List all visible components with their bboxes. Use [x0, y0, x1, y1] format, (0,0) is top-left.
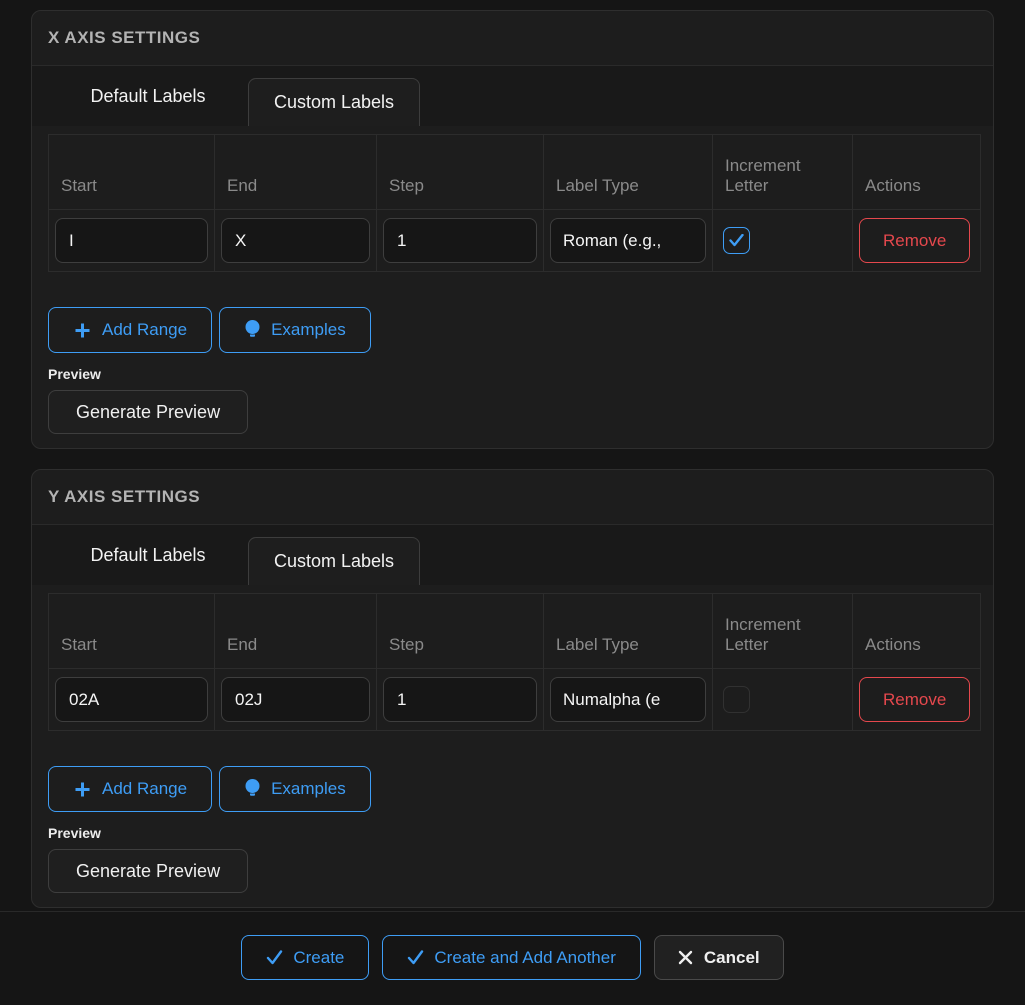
cancel-label: Cancel	[704, 948, 760, 968]
tab-default-labels[interactable]: Default Labels	[48, 66, 248, 126]
plus-icon	[73, 780, 92, 799]
x-axis-settings-panel: X AXIS SETTINGS Default Labels Custom La…	[31, 10, 994, 449]
remove-button[interactable]: Remove	[859, 677, 970, 722]
col-header-end: End	[215, 135, 377, 210]
ranges-table: Start End Step Label Type Increment Lett…	[48, 134, 981, 272]
increment-letter-checkbox[interactable]	[723, 227, 750, 254]
end-input[interactable]	[221, 677, 370, 722]
tab-label: Custom Labels	[274, 92, 394, 113]
create-label: Create	[293, 948, 344, 968]
range-actions-row: Add Range Examples	[48, 307, 977, 353]
label-type-value: Numalpha (e	[563, 690, 660, 710]
ranges-table: Start End Step Label Type Increment Lett…	[48, 593, 981, 731]
examples-button[interactable]: Examples	[219, 766, 371, 812]
remove-button[interactable]: Remove	[859, 218, 970, 263]
form-footer: Create Create and Add Another Cancel	[0, 911, 1025, 980]
tab-bar: Default Labels Custom Labels	[32, 66, 993, 126]
col-header-actions: Actions	[853, 594, 981, 669]
preview-label: Preview	[48, 825, 977, 841]
panel-body: Start End Step Label Type Increment Lett…	[32, 585, 993, 907]
y-axis-settings-panel: Y AXIS SETTINGS Default Labels Custom La…	[31, 469, 994, 908]
panel-title: X AXIS SETTINGS	[48, 28, 200, 48]
add-range-label: Add Range	[102, 320, 187, 340]
check-icon	[266, 950, 283, 965]
increment-letter-checkbox[interactable]	[723, 686, 750, 713]
step-input[interactable]	[383, 677, 537, 722]
start-input[interactable]	[55, 677, 208, 722]
generate-preview-button[interactable]: Generate Preview	[48, 390, 248, 434]
col-header-label-type: Label Type	[544, 594, 713, 669]
create-and-add-another-label: Create and Add Another	[434, 948, 615, 968]
tab-bar: Default Labels Custom Labels	[32, 525, 993, 585]
table-row: Roman (e.g., Remove	[49, 210, 981, 272]
create-button[interactable]: Create	[241, 935, 369, 980]
label-type-select[interactable]: Roman (e.g.,	[550, 218, 706, 263]
range-actions-row: Add Range Examples	[48, 766, 977, 812]
table-row: Numalpha (e Remove	[49, 669, 981, 731]
preview-label: Preview	[48, 366, 977, 382]
tab-label: Default Labels	[90, 545, 205, 566]
add-range-label: Add Range	[102, 779, 187, 799]
label-type-value: Roman (e.g.,	[563, 231, 661, 251]
tab-label: Default Labels	[90, 86, 205, 107]
label-type-select[interactable]: Numalpha (e	[550, 677, 706, 722]
tab-default-labels[interactable]: Default Labels	[48, 525, 248, 585]
col-header-step: Step	[377, 594, 544, 669]
col-header-actions: Actions	[853, 135, 981, 210]
col-header-label-type: Label Type	[544, 135, 713, 210]
col-header-start: Start	[49, 594, 215, 669]
table-header-row: Start End Step Label Type Increment Lett…	[49, 135, 981, 210]
tab-label: Custom Labels	[274, 551, 394, 572]
lightbulb-icon	[244, 778, 261, 800]
panel-title: Y AXIS SETTINGS	[48, 487, 200, 507]
examples-label: Examples	[271, 779, 346, 799]
plus-icon	[73, 321, 92, 340]
step-input[interactable]	[383, 218, 537, 263]
col-header-end: End	[215, 594, 377, 669]
tab-custom-labels[interactable]: Custom Labels	[248, 78, 420, 126]
col-header-increment-letter: Increment Letter	[713, 594, 853, 669]
table-header-row: Start End Step Label Type Increment Lett…	[49, 594, 981, 669]
start-input[interactable]	[55, 218, 208, 263]
check-icon	[407, 950, 424, 965]
col-header-increment-letter: Increment Letter	[713, 135, 853, 210]
generate-preview-button[interactable]: Generate Preview	[48, 849, 248, 893]
end-input[interactable]	[221, 218, 370, 263]
create-and-add-another-button[interactable]: Create and Add Another	[382, 935, 640, 980]
x-icon	[678, 950, 693, 965]
cancel-button[interactable]: Cancel	[654, 935, 784, 980]
col-header-start: Start	[49, 135, 215, 210]
add-range-button[interactable]: Add Range	[48, 766, 212, 812]
examples-label: Examples	[271, 320, 346, 340]
tab-custom-labels[interactable]: Custom Labels	[248, 537, 420, 585]
lightbulb-icon	[244, 319, 261, 341]
col-header-step: Step	[377, 135, 544, 210]
panel-header: X AXIS SETTINGS	[32, 11, 993, 66]
checkmark-icon	[729, 234, 744, 247]
panel-header: Y AXIS SETTINGS	[32, 470, 993, 525]
examples-button[interactable]: Examples	[219, 307, 371, 353]
panel-body: Start End Step Label Type Increment Lett…	[32, 126, 993, 448]
add-range-button[interactable]: Add Range	[48, 307, 212, 353]
